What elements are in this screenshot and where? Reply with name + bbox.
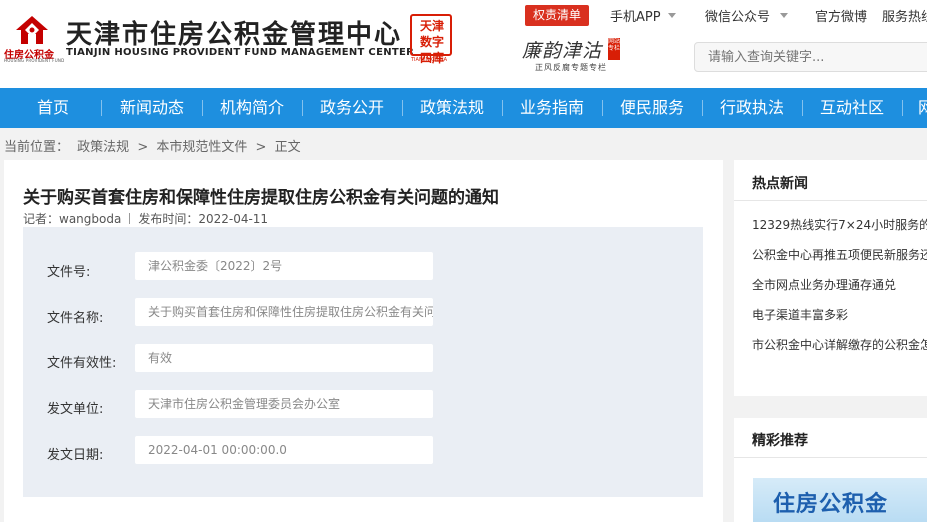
recommended-title: 精彩推荐 [752, 433, 808, 449]
nav-divider [302, 100, 303, 116]
breadcrumb-item-local-docs[interactable]: 本市规范性文件 [156, 140, 247, 155]
logo-en-label: HOUSING PROVIDENT FUND [4, 58, 65, 63]
nav-item-news[interactable]: 新闻动态 [120, 88, 184, 128]
nav-item-service[interactable]: 便民服务 [620, 88, 684, 128]
hot-news-item[interactable]: 市公积金中心详解缴存的公积金怎 [752, 336, 927, 353]
site-subtitle: TIANJIN HOUSING PROVIDENT FUND MANAGEMEN… [66, 47, 415, 58]
article-publish-date: 发布时间：2022-04-11 [138, 212, 269, 226]
nav-item-policy[interactable]: 政策法规 [420, 88, 484, 128]
hot-news-divider [734, 200, 927, 201]
service-hotline-link[interactable]: 服务热线 [882, 6, 927, 25]
recommended-panel: 精彩推荐 住房公积金 [734, 418, 927, 522]
doc-date-value: 2022-04-01 00:00:00.0 [135, 436, 433, 464]
nav-divider [802, 100, 803, 116]
nav-item-home[interactable]: 首页 [37, 88, 69, 128]
lianyun-badge: 网站专栏 [608, 38, 620, 60]
chevron-down-icon [668, 13, 676, 18]
main-nav: 首页 新闻动态 机构简介 政务公开 政策法规 业务指南 便民服务 行政执法 互动… [0, 88, 927, 128]
search-input[interactable] [694, 42, 927, 72]
nav-divider [902, 100, 903, 116]
doc-name-label: 文件名称: [47, 311, 104, 326]
nav-item-enforcement[interactable]: 行政执法 [720, 88, 784, 128]
nav-divider [101, 100, 102, 116]
hot-news-item[interactable]: 全市网点业务办理通存通兑 [752, 276, 927, 293]
hot-news-item[interactable]: 公积金中心再推五项便民新服务还 [752, 246, 927, 263]
doc-date-label: 发文日期: [47, 448, 104, 463]
hot-news-panel: 热点新闻 12329热线实行7×24小时服务的公告 公积金中心再推五项便民新服务… [734, 160, 927, 396]
breadcrumb-prefix: 当前位置： [4, 140, 70, 155]
mobile-app-link[interactable]: 手机APP [610, 6, 661, 25]
doc-validity-value: 有效 [135, 344, 433, 372]
hot-news-item[interactable]: 电子渠道丰富多彩 [752, 306, 927, 323]
lianyun-subtitle: 正风反腐专题专栏 [535, 63, 607, 72]
article-author: 记者：wangboda [23, 212, 122, 226]
nav-item-more[interactable]: 网 [918, 88, 927, 128]
breadcrumb-separator: > [137, 140, 149, 155]
hot-news-title: 热点新闻 [752, 176, 808, 192]
hot-news-item[interactable]: 12329热线实行7×24小时服务的公告 [752, 216, 927, 233]
weibo-link[interactable]: 官方微博 [815, 6, 867, 25]
doc-issuer-label: 发文单位: [47, 402, 104, 417]
recommended-banner-text: 住房公积金 [773, 492, 889, 517]
document-info-panel: 文件号: 津公积金委〔2022〕2号 文件名称: 关于购买首套住房和保障性住房提… [23, 227, 703, 497]
recommended-divider [734, 457, 927, 458]
nav-item-guide[interactable]: 业务指南 [520, 88, 584, 128]
recommended-banner[interactable]: 住房公积金 [753, 478, 927, 522]
article-panel: 关于购买首套住房和保障性住房提取住房公积金有关问题的通知 记者：wangboda… [4, 160, 723, 522]
nav-item-about[interactable]: 机构简介 [220, 88, 284, 128]
chevron-down-icon [780, 13, 788, 18]
responsibility-list-button[interactable]: 权责清单 [525, 5, 589, 26]
doc-number-label: 文件号: [47, 265, 91, 280]
wechat-link[interactable]: 微信公众号 [705, 6, 770, 25]
nav-item-community[interactable]: 互动社区 [820, 88, 884, 128]
breadcrumb: 当前位置： 政策法规 > 本市规范性文件 > 正文 [4, 136, 305, 155]
nav-divider [502, 100, 503, 116]
nav-divider [202, 100, 203, 116]
article-title: 关于购买首套住房和保障性住房提取住房公积金有关问题的通知 [23, 188, 499, 208]
doc-name-value: 关于购买首套住房和保障性住房提取住房公积金有关问题的通知 [135, 298, 433, 326]
doc-validity-label: 文件有效性: [47, 356, 117, 371]
nav-divider [702, 100, 703, 116]
doc-number-value: 津公积金委〔2022〕2号 [135, 252, 433, 280]
site-header: 住房公积金 HOUSING PROVIDENT FUND 天津市住房公积金管理中… [0, 0, 927, 88]
lianyun-banner-title[interactable]: 廉韵津沽 [522, 36, 602, 63]
doc-issuer-value: 天津市住房公积金管理委员会办公室 [135, 390, 433, 418]
nav-item-gov-affairs[interactable]: 政务公开 [320, 88, 384, 128]
breadcrumb-item-policy[interactable]: 政策法规 [77, 140, 129, 155]
meta-divider [129, 213, 131, 224]
nav-divider [402, 100, 403, 116]
breadcrumb-item-current: 正文 [274, 140, 301, 155]
seal-caption: TIANJIN-CHINA [411, 57, 448, 63]
breadcrumb-separator: > [255, 140, 267, 155]
site-title[interactable]: 天津市住房公积金管理中心 [66, 14, 402, 51]
housing-fund-logo-icon[interactable] [12, 14, 52, 48]
article-meta: 记者：wangboda 发布时间：2022-04-11 [23, 210, 268, 227]
nav-divider [602, 100, 603, 116]
